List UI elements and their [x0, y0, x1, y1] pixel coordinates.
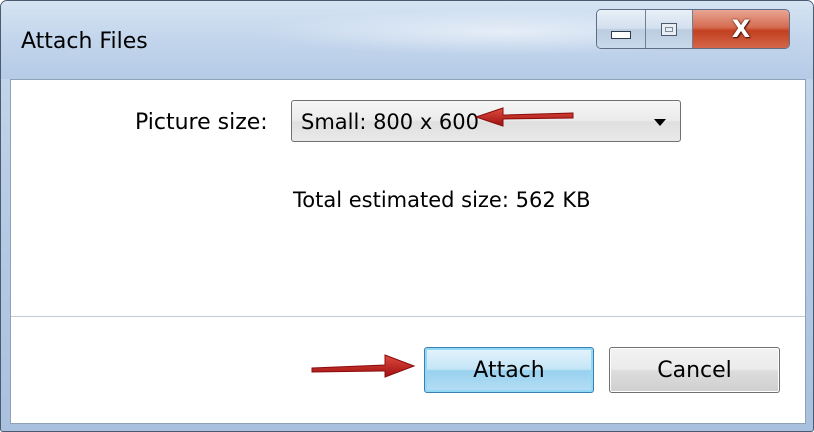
attach-button[interactable]: Attach — [424, 347, 594, 393]
cancel-button[interactable]: Cancel — [609, 347, 780, 393]
maximize-icon — [661, 22, 677, 36]
title-bar[interactable]: Attach Files X — [1, 1, 813, 79]
picture-size-selected-value: Small: 800 x 600 — [301, 110, 480, 134]
minimize-button[interactable] — [597, 10, 646, 48]
maximize-button[interactable] — [646, 10, 693, 48]
button-area-divider — [11, 316, 805, 317]
attach-files-dialog: Attach Files X Picture size: Small: 800 … — [0, 0, 814, 432]
window-controls: X — [596, 9, 790, 49]
close-button[interactable]: X — [693, 10, 789, 48]
dropdown-arrow-icon[interactable] — [654, 119, 666, 126]
close-icon: X — [731, 15, 751, 43]
picture-size-dropdown[interactable]: Small: 800 x 600 — [291, 100, 681, 142]
minimize-icon — [611, 31, 631, 39]
total-estimated-size: Total estimated size: 562 KB — [293, 188, 591, 212]
picture-size-label: Picture size: — [135, 110, 268, 135]
window-title: Attach Files — [21, 29, 148, 54]
dialog-body: Picture size: Small: 800 x 600 Total est… — [10, 79, 806, 424]
